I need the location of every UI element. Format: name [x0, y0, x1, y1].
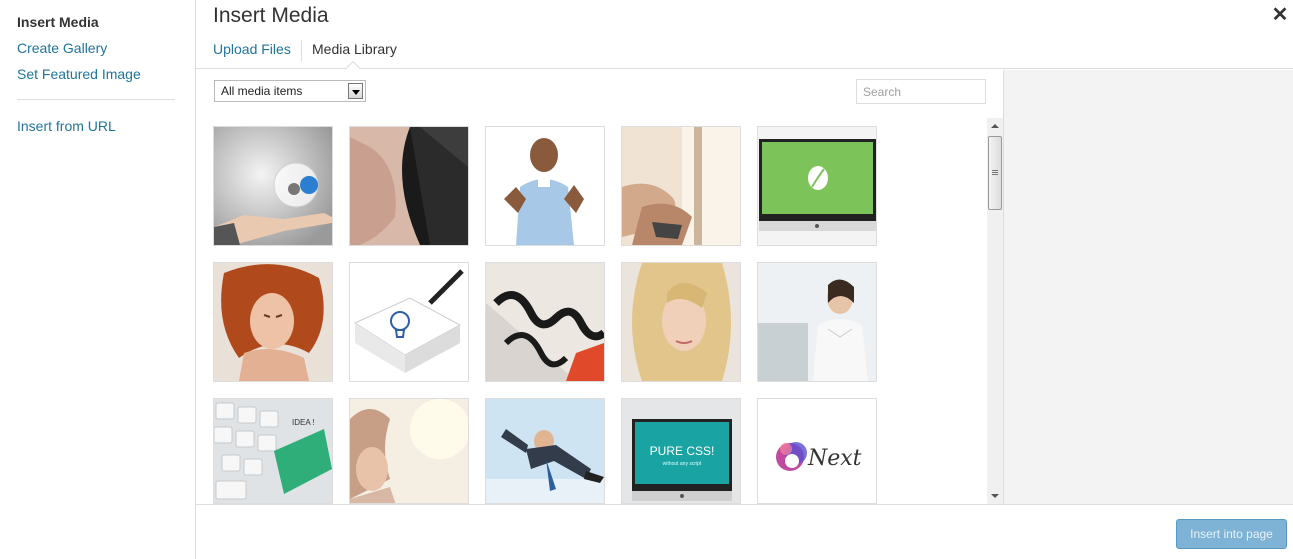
businessman-flying-image — [486, 399, 604, 503]
media-thumbnail[interactable] — [621, 262, 741, 382]
media-filter-value: All media items — [221, 84, 303, 98]
menu-item-create-gallery[interactable]: Create Gallery — [17, 40, 107, 56]
businesswoman-office-image — [758, 263, 876, 381]
menu-item-insert-from-url[interactable]: Insert from URL — [17, 118, 116, 134]
insert-into-page-button[interactable]: Insert into page — [1176, 519, 1287, 549]
scroll-down-arrow-icon[interactable] — [987, 488, 1003, 504]
media-thumbnail[interactable] — [213, 126, 333, 246]
tab-media-library[interactable]: Media Library — [312, 41, 397, 57]
tab-upload-files[interactable]: Upload Files — [213, 41, 291, 57]
media-thumbnail[interactable] — [213, 262, 333, 382]
media-thumbnail[interactable] — [757, 262, 877, 382]
idea-key-text: IDEA ! — [292, 418, 315, 427]
media-thumbnail[interactable] — [621, 126, 741, 246]
frame-title: Insert Media — [213, 4, 329, 27]
media-frame-toolbar — [196, 504, 1293, 559]
media-thumbnail[interactable] — [485, 262, 605, 382]
menu-item-insert-media[interactable]: Insert Media — [17, 14, 99, 30]
imac-green-leaf-image — [758, 127, 876, 245]
lightbulb-sketch-notepad-image — [350, 263, 468, 381]
media-thumbnail[interactable] — [349, 126, 469, 246]
media-thumbnail[interactable] — [757, 126, 877, 246]
woman-red-hair-image — [214, 263, 332, 381]
attachment-details-sidebar — [1003, 70, 1293, 504]
menu-item-set-featured-image[interactable]: Set Featured Image — [17, 66, 141, 82]
keyboard-green-key-image: IDEA ! — [214, 399, 332, 503]
next-logo-text: Next — [807, 446, 862, 471]
media-filter-select[interactable]: All media items — [214, 80, 366, 102]
man-thumbs-up-image — [486, 127, 604, 245]
media-thumbnail[interactable]: PURE CSS! without any script — [621, 398, 741, 504]
media-thumbnail[interactable] — [485, 398, 605, 504]
media-thumbnail[interactable]: Next — [757, 398, 877, 504]
scroll-thumb[interactable] — [988, 136, 1002, 210]
pure-css-text: PURE CSS! — [650, 444, 715, 458]
scroll-up-arrow-icon[interactable] — [987, 118, 1003, 134]
woman-by-window-image — [622, 127, 740, 245]
typography-print-image — [486, 263, 604, 381]
media-thumbnail[interactable]: IDEA ! — [213, 398, 333, 504]
search-input[interactable] — [856, 79, 986, 104]
lightbulb-in-hand-image — [214, 127, 332, 245]
next-logo-image: Next — [758, 399, 876, 503]
media-router: Upload Files Media Library — [196, 36, 1293, 76]
pure-css-subtext: without any script — [663, 461, 702, 467]
blonde-woman-image — [622, 263, 740, 381]
chevron-down-icon[interactable] — [348, 83, 363, 99]
media-thumbnail[interactable] — [349, 398, 469, 504]
media-thumbnail[interactable] — [485, 126, 605, 246]
woman-soft-light-image — [350, 399, 468, 503]
tab-divider — [301, 40, 302, 62]
media-thumbnail[interactable] — [349, 262, 469, 382]
close-icon[interactable]: ✕ — [1270, 4, 1290, 26]
media-menu-sidebar: Insert Media Create Gallery Set Featured… — [0, 0, 196, 559]
woman-dark-hair-image — [350, 127, 468, 245]
menu-separator — [17, 99, 175, 100]
imac-pure-css-image: PURE CSS! without any script — [622, 399, 740, 503]
media-grid-scrollbar[interactable] — [987, 118, 1003, 504]
